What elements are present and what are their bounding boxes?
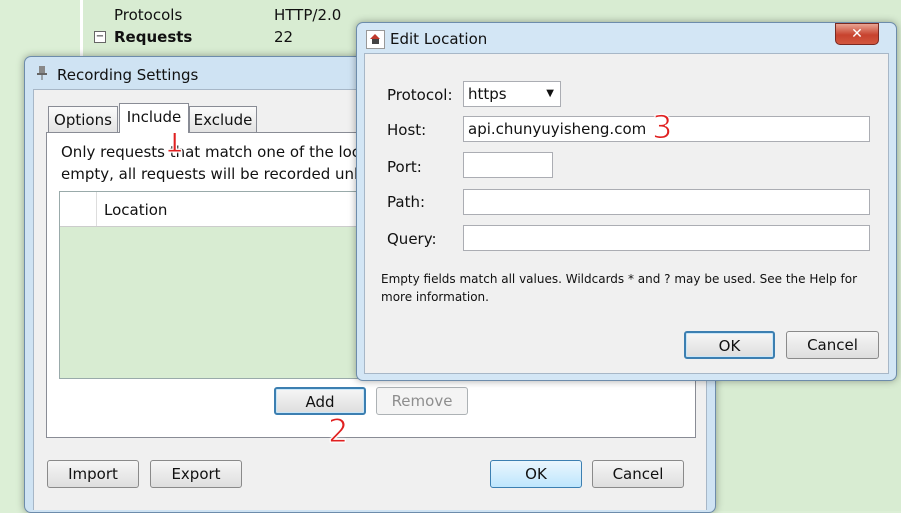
tree-key: Requests [114, 28, 193, 46]
tab-options[interactable]: Options [48, 106, 118, 132]
protocol-select[interactable]: https ▼ [463, 81, 561, 107]
close-icon[interactable]: ✕ [835, 23, 879, 45]
tree-row-requests[interactable]: − Requests 22 [80, 28, 380, 48]
pin-icon [33, 65, 50, 82]
description-line-1: Only requests that match one of the loca [61, 143, 370, 161]
dialog-body: Protocol: https ▼ Host: Port: Path: Quer… [364, 53, 889, 374]
collapse-icon[interactable]: − [94, 31, 106, 43]
add-button[interactable]: Add [274, 387, 366, 415]
description-line-2: empty, all requests will be recorded unl… [61, 165, 368, 183]
dialog-title: Recording Settings [57, 66, 199, 84]
column-divider [96, 192, 97, 226]
hint-line-1: Empty fields match all values. Wildcards… [381, 272, 857, 286]
tree-value: 22 [274, 28, 294, 46]
tab-include[interactable]: Include [119, 103, 189, 133]
port-label: Port: [387, 158, 422, 176]
cancel-button[interactable]: Cancel [592, 460, 684, 488]
annotation-step-3: 3 [651, 108, 673, 147]
ok-button[interactable]: OK [490, 460, 582, 488]
hint-line-2: more information. [381, 290, 489, 304]
edit-location-dialog: Edit Location ✕ Protocol: https ▼ Host: … [356, 22, 897, 381]
tree-value: HTTP/2.0 [274, 6, 342, 24]
port-input[interactable] [463, 152, 553, 178]
ok-button[interactable]: OK [684, 331, 775, 359]
path-label: Path: [387, 193, 426, 211]
cancel-button[interactable]: Cancel [786, 331, 879, 359]
export-button[interactable]: Export [150, 460, 242, 488]
query-input[interactable] [463, 225, 870, 251]
app-icon [366, 30, 385, 49]
protocol-label: Protocol: [387, 86, 453, 104]
path-input[interactable] [463, 189, 870, 215]
remove-button[interactable]: Remove [376, 387, 468, 415]
tree-key: Protocols [114, 6, 183, 24]
tree-row-protocols[interactable]: Protocols HTTP/2.0 [80, 6, 380, 26]
protocol-value: https [468, 85, 507, 103]
tab-exclude[interactable]: Exclude [189, 106, 257, 132]
dialog-title: Edit Location [390, 30, 488, 48]
query-label: Query: [387, 230, 437, 248]
host-label: Host: [387, 121, 427, 139]
dropdown-arrow-icon: ▼ [546, 88, 554, 99]
annotation-step-2: 2 [327, 412, 349, 451]
import-button[interactable]: Import [47, 460, 139, 488]
column-location[interactable]: Location [104, 201, 167, 219]
